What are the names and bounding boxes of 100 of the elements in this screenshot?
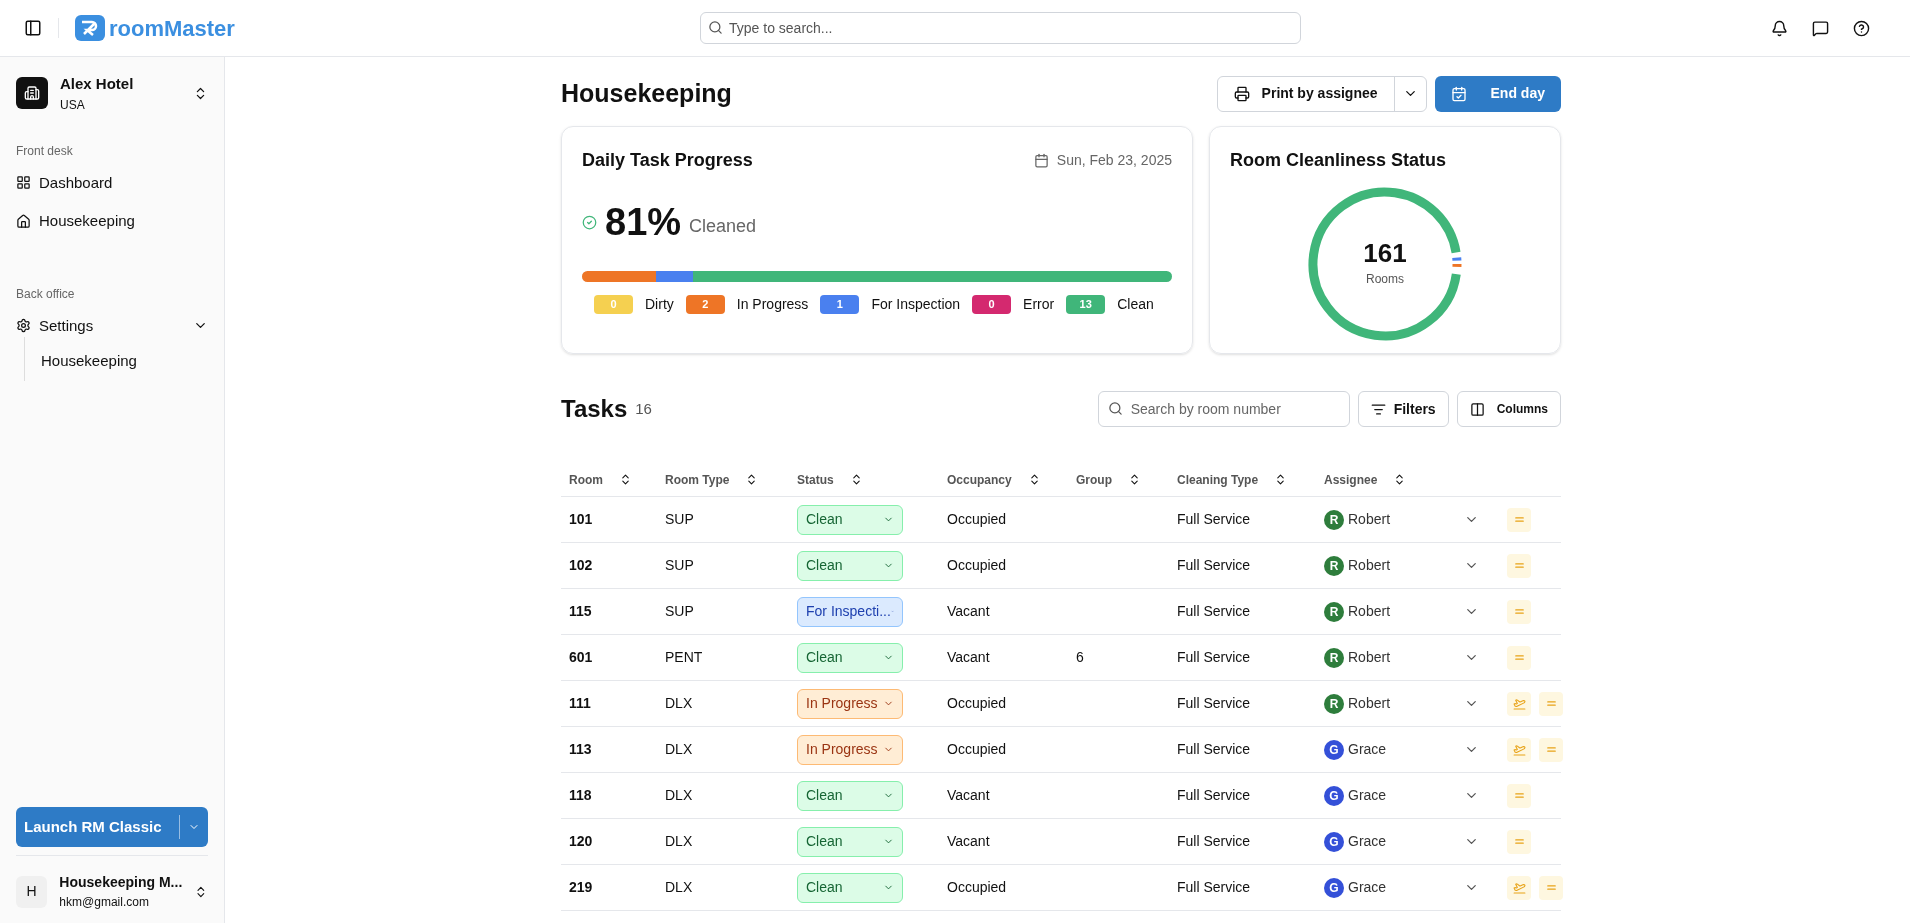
occupancy: Vacant	[947, 786, 991, 805]
room-number: 601	[569, 648, 594, 667]
occupancy: Vacant	[947, 832, 991, 851]
status-dropdown[interactable]: Clean	[797, 642, 903, 673]
property-name: Alex Hotel	[60, 74, 135, 94]
room-total-label: Rooms	[1366, 271, 1404, 288]
column-header[interactable]: Room Type	[665, 470, 730, 489]
assignee-avatar: G	[1324, 739, 1344, 760]
cleaning-type: Full Service	[1177, 556, 1252, 575]
column-header[interactable]: Occupancy	[947, 470, 1012, 489]
columns-button[interactable]: Columns	[1456, 391, 1561, 427]
assignee-avatar: R	[1324, 693, 1344, 714]
calendar-icon	[1450, 85, 1467, 102]
columns-icon	[1469, 401, 1485, 417]
legend-label: Clean	[1117, 295, 1154, 314]
notification-icon[interactable]	[1771, 19, 1788, 37]
room-number: 219	[569, 878, 594, 897]
room-search-field[interactable]: Search by room number	[1097, 391, 1350, 427]
count-badge: 13	[1066, 295, 1106, 314]
count-badge: 2	[685, 295, 725, 314]
status-dropdown[interactable]: In Progress	[797, 688, 903, 719]
assignee-name: Grace	[1348, 832, 1387, 851]
calendar-icon	[1033, 153, 1049, 168]
count-badge: 0	[594, 295, 633, 314]
room-type: PENT	[665, 648, 704, 667]
sidebar-item[interactable]: Dashboard	[39, 171, 208, 194]
page-title: Housekeeping	[561, 77, 733, 109]
user-name: Housekeeping M...	[59, 873, 183, 892]
search-icon	[1107, 401, 1123, 416]
check-icon	[582, 215, 597, 230]
column-header[interactable]: Group	[1076, 470, 1112, 489]
assignee-avatar: R	[1324, 601, 1344, 622]
cleaning-type: Full Service	[1177, 786, 1252, 805]
column-header[interactable]: Cleaning Type	[1177, 470, 1259, 489]
message-icon[interactable]	[1812, 19, 1829, 37]
house-icon	[16, 213, 31, 229]
occupancy: Occupied	[947, 556, 1008, 575]
column-header[interactable]: Room	[569, 470, 603, 489]
assignee-name: Grace	[1348, 786, 1387, 805]
section-title: Back office	[16, 285, 76, 303]
date-text: Sun, Feb 23, 2025	[1056, 151, 1172, 170]
cleaning-type: Full Service	[1177, 832, 1252, 851]
column-header[interactable]: Status	[797, 470, 834, 489]
logo-text: roomMaster	[109, 14, 235, 43]
cleaning-type: Full Service	[1177, 602, 1252, 621]
filter-icon	[1370, 401, 1386, 417]
legend-label: For Inspection	[871, 295, 961, 314]
room-number: 101	[569, 510, 594, 529]
count-badge: 0	[972, 295, 1012, 314]
percent-label: Cleaned	[689, 215, 757, 238]
sort-icon[interactable]	[619, 473, 632, 486]
room-type: DLX	[665, 832, 694, 851]
legend-label: In Progress	[736, 295, 809, 314]
status-dropdown[interactable]: Clean	[797, 504, 903, 535]
room-total: 161	[1363, 240, 1407, 266]
tasks-title: Tasks	[561, 394, 628, 424]
room-type: SUP	[665, 556, 695, 575]
assignee-avatar: R	[1324, 509, 1344, 530]
section-title: Front desk	[16, 142, 74, 160]
column-header[interactable]: Assignee	[1324, 470, 1378, 489]
assignee-avatar: G	[1324, 785, 1344, 806]
sidebar-toggle-icon[interactable]	[24, 19, 42, 37]
assignee-name: Robert	[1348, 556, 1391, 575]
occupancy: Vacant	[947, 648, 991, 667]
assignee-avatar: G	[1324, 877, 1344, 898]
sort-icon[interactable]	[1128, 473, 1141, 486]
room-number: 111	[569, 694, 592, 713]
room-type: SUP	[665, 510, 695, 529]
room-type: DLX	[665, 740, 694, 759]
assignee-name: Grace	[1348, 878, 1387, 897]
grid-icon	[16, 175, 31, 191]
logo-icon	[75, 15, 105, 41]
status-dropdown[interactable]: For Inspecti...	[797, 596, 903, 627]
room-type: DLX	[665, 694, 694, 713]
assignee-avatar: G	[1324, 831, 1344, 852]
assignee-avatar: R	[1324, 647, 1344, 668]
help-icon[interactable]	[1853, 19, 1870, 37]
assignee-avatar: R	[1324, 555, 1344, 576]
occupancy: Vacant	[947, 602, 991, 621]
status-dropdown[interactable]: Clean	[797, 826, 903, 857]
sidebar-item[interactable]: Housekeeping	[39, 210, 208, 233]
tasks-count: 16	[635, 398, 653, 419]
property-country: USA	[60, 96, 86, 114]
status-dropdown[interactable]: Clean	[797, 550, 903, 581]
filters-button[interactable]: Filters	[1357, 391, 1449, 427]
search-field[interactable]: Type to search...	[700, 12, 1301, 44]
count-badge: 1	[820, 295, 860, 314]
occupancy: Occupied	[947, 740, 1008, 759]
status-dropdown[interactable]: Clean	[797, 872, 903, 903]
status-dropdown[interactable]: In Progress	[797, 734, 903, 765]
legend-label: Error	[1023, 295, 1055, 314]
card-title: Daily Task Progress	[582, 149, 754, 172]
cleaning-type: Full Service	[1177, 740, 1252, 759]
card-title: Room Cleanliness Status	[1230, 149, 1448, 172]
sidebar-item[interactable]: Settings	[39, 314, 185, 337]
status-dropdown[interactable]: Clean	[797, 780, 903, 811]
sidebar-subitem[interactable]: Housekeeping	[41, 352, 137, 369]
assignee-name: Robert	[1348, 694, 1391, 713]
end-day-button[interactable]: End day	[1434, 75, 1561, 112]
cleaning-type: Full Service	[1177, 510, 1252, 529]
